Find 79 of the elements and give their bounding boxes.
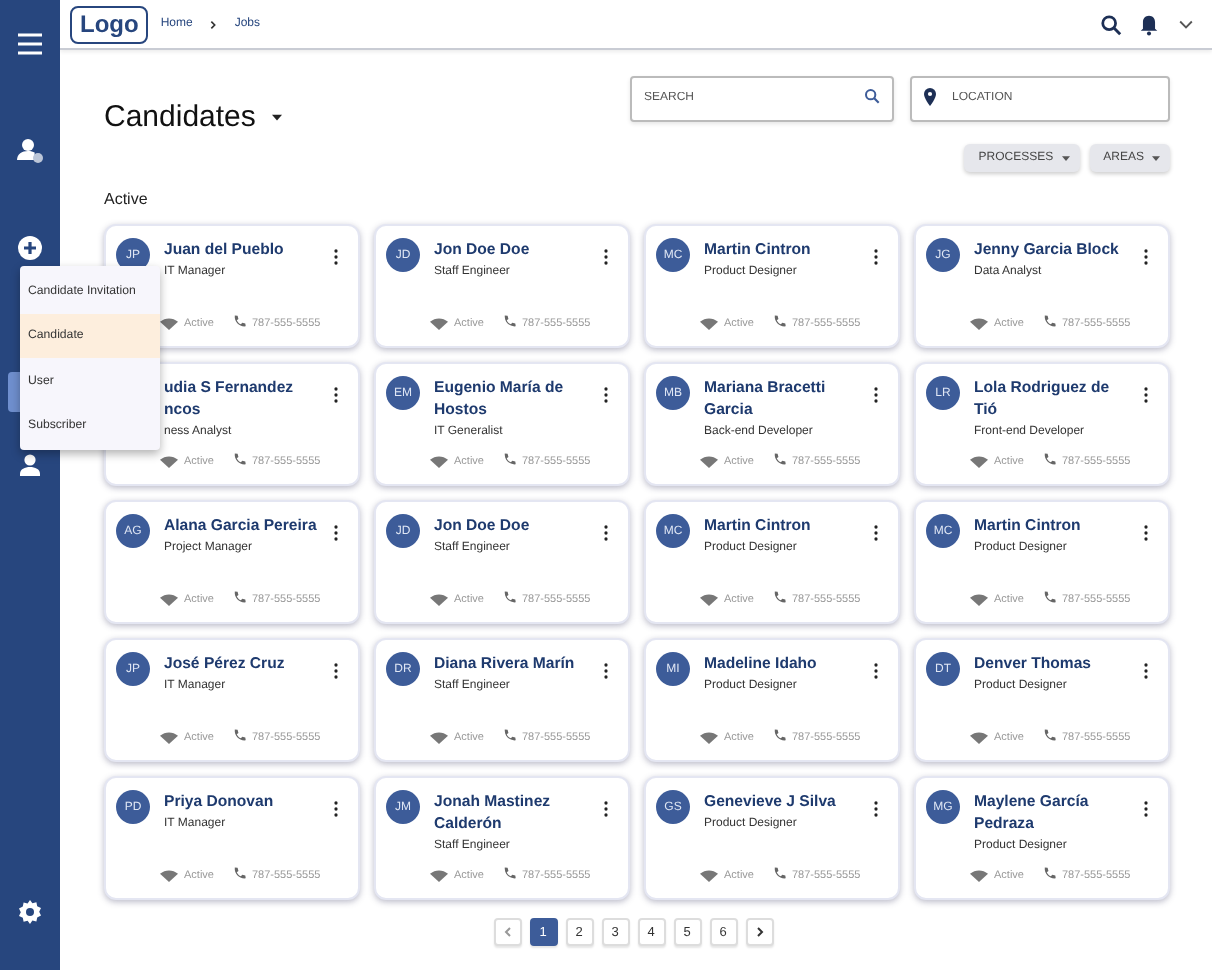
more-icon[interactable] <box>872 800 880 818</box>
phone-icon <box>231 728 246 742</box>
wifi-icon <box>970 317 988 329</box>
phone-icon <box>1041 590 1056 604</box>
more-icon[interactable] <box>1142 386 1150 404</box>
wifi-icon <box>160 317 178 329</box>
location-pin-icon <box>924 88 936 106</box>
chevron-left-icon <box>501 926 513 938</box>
page-title: Candidates <box>104 100 256 134</box>
wifi-icon <box>700 593 718 605</box>
section-label: Active <box>104 190 150 208</box>
more-icon[interactable] <box>602 248 610 266</box>
caret-icon <box>1061 155 1070 161</box>
wifi-icon <box>970 731 988 743</box>
caret-icon <box>1152 155 1160 161</box>
phone-icon <box>1041 866 1056 880</box>
logo[interactable]: Logo <box>70 5 149 43</box>
wifi-icon <box>160 731 178 743</box>
account-icon[interactable] <box>16 136 44 164</box>
phone-icon <box>771 452 786 466</box>
wifi-icon <box>700 731 718 743</box>
caret-icon[interactable] <box>271 113 282 121</box>
menu-icon[interactable] <box>16 30 44 58</box>
more-icon[interactable] <box>872 248 880 266</box>
phone-icon <box>1041 728 1056 742</box>
phone-icon <box>1041 452 1056 466</box>
wifi-icon <box>430 869 448 881</box>
more-icon[interactable] <box>332 524 340 542</box>
wifi-icon <box>160 869 178 881</box>
wifi-icon <box>430 593 448 605</box>
phone-icon <box>501 728 516 742</box>
phone-icon <box>771 314 786 328</box>
wifi-icon <box>160 593 178 605</box>
settings-icon[interactable] <box>16 898 44 926</box>
wifi-icon <box>970 455 988 467</box>
more-icon[interactable] <box>1142 662 1150 680</box>
more-icon[interactable] <box>332 386 340 404</box>
phone-icon <box>771 590 786 604</box>
wifi-icon <box>430 455 448 467</box>
wifi-icon <box>430 317 448 329</box>
wifi-icon <box>430 731 448 743</box>
add-icon[interactable] <box>16 234 44 262</box>
wifi-icon <box>160 455 178 467</box>
next-page-button[interactable] <box>745 918 773 946</box>
phone-icon <box>231 590 246 604</box>
more-icon[interactable] <box>602 800 610 818</box>
phone-icon <box>231 314 246 328</box>
bell-icon[interactable] <box>1138 13 1160 35</box>
more-icon[interactable] <box>602 386 610 404</box>
wifi-icon <box>700 455 718 467</box>
more-icon[interactable] <box>332 248 340 266</box>
phone-icon <box>771 866 786 880</box>
more-icon[interactable] <box>872 662 880 680</box>
more-icon[interactable] <box>872 524 880 542</box>
person-icon[interactable] <box>16 452 44 480</box>
chevron-right-icon <box>208 19 219 29</box>
more-icon[interactable] <box>602 524 610 542</box>
search-icon <box>864 88 880 104</box>
phone-icon <box>501 866 516 880</box>
phone-icon <box>1041 314 1056 328</box>
wifi-icon <box>970 593 988 605</box>
phone-icon <box>231 866 246 880</box>
chevron-right-icon <box>753 926 765 938</box>
more-icon[interactable] <box>872 386 880 404</box>
wifi-icon <box>700 869 718 881</box>
phone-icon <box>231 452 246 466</box>
phone-icon <box>501 590 516 604</box>
wifi-icon <box>970 869 988 881</box>
more-icon[interactable] <box>1142 524 1150 542</box>
more-icon[interactable] <box>1142 248 1150 266</box>
phone-icon <box>771 728 786 742</box>
more-icon[interactable] <box>332 800 340 818</box>
more-icon[interactable] <box>1142 800 1150 818</box>
wifi-icon <box>700 317 718 329</box>
phone-icon <box>501 314 516 328</box>
more-icon[interactable] <box>602 662 610 680</box>
more-icon[interactable] <box>332 662 340 680</box>
phone-icon <box>501 452 516 466</box>
search-icon[interactable] <box>1100 13 1122 35</box>
